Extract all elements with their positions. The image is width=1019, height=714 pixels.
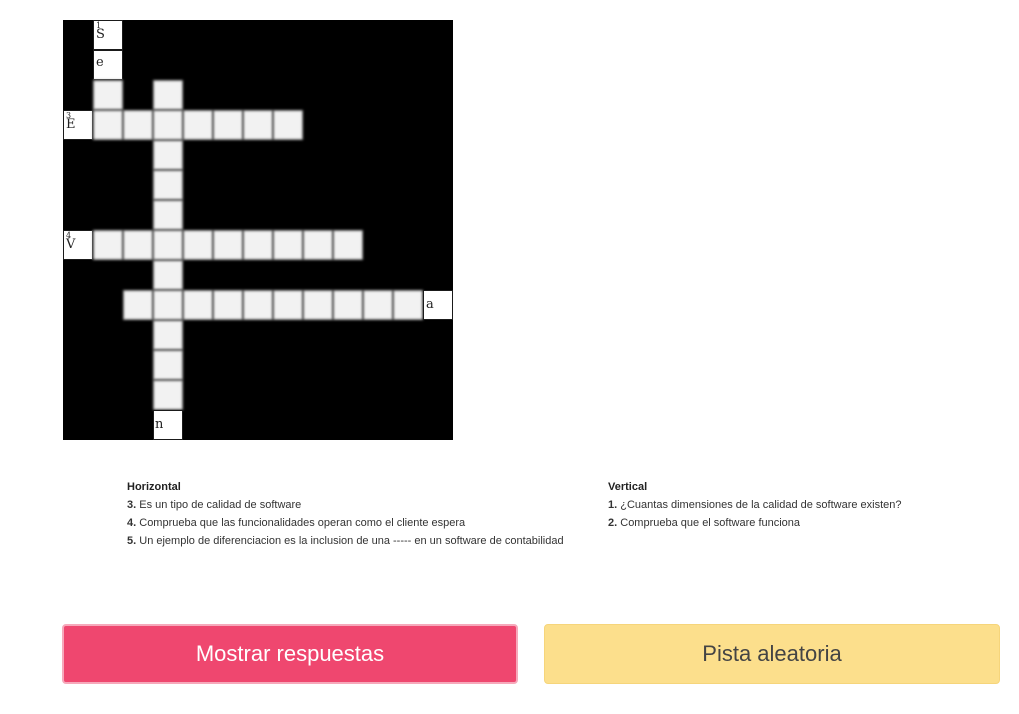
clue-text: Comprueba que las funcionalidades operan…	[139, 517, 466, 529]
cell[interactable]	[363, 290, 393, 320]
clue-number: 4.	[127, 517, 137, 529]
cell[interactable]	[123, 290, 153, 320]
clues-vertical: Vertical 1. ¿Cuantas dimensiones de la c…	[608, 478, 902, 532]
cell[interactable]	[243, 290, 273, 320]
cell-letter: a	[426, 297, 434, 312]
clues-vertical-heading: Vertical	[608, 481, 648, 493]
cell[interactable]	[333, 290, 363, 320]
clue-text: ¿Cuantas dimensiones de la calidad de so…	[620, 499, 902, 511]
cell-1-across-start[interactable]: 1 S	[93, 20, 123, 50]
cell[interactable]	[273, 110, 303, 140]
cell-4-across-start[interactable]: 4 V	[63, 230, 93, 260]
cell[interactable]	[153, 170, 183, 200]
cell[interactable]	[213, 110, 243, 140]
cell[interactable]	[393, 290, 423, 320]
cell[interactable]	[153, 80, 183, 110]
cell[interactable]	[243, 110, 273, 140]
cell[interactable]	[153, 350, 183, 380]
clue-text: Comprueba que el software funciona	[620, 517, 801, 529]
clue-item: 1. ¿Cuantas dimensiones de la calidad de…	[608, 496, 902, 514]
cell[interactable]	[153, 380, 183, 410]
random-hint-button[interactable]: Pista aleatoria	[544, 624, 1000, 684]
cell[interactable]	[93, 110, 123, 140]
clue-item: 3. Es un tipo de calidad de software	[127, 496, 564, 514]
cell-letter: n	[155, 417, 164, 432]
clue-text: Es un tipo de calidad de software	[139, 499, 302, 511]
cell[interactable]	[213, 290, 243, 320]
cell[interactable]	[213, 230, 243, 260]
cell[interactable]	[153, 320, 183, 350]
cell[interactable]: a	[423, 290, 453, 320]
clue-number: 1.	[608, 499, 618, 511]
cell[interactable]	[153, 230, 183, 260]
show-answers-button[interactable]: Mostrar respuestas	[62, 624, 518, 684]
crossword-grid: 1 S e n 3 E 4 V a	[63, 20, 453, 440]
cell-letter: e	[96, 55, 104, 70]
cell[interactable]	[93, 230, 123, 260]
clue-number: 5.	[127, 535, 137, 547]
clues-horizontal-heading: Horizontal	[127, 481, 181, 493]
crossword-page: 1 S e n 3 E 4 V a Horizontal 3. Es un ti…	[0, 0, 1019, 714]
cell[interactable]	[273, 230, 303, 260]
cell[interactable]	[123, 110, 153, 140]
clue-item: 2. Comprueba que el software funciona	[608, 514, 902, 532]
clue-text: Un ejemplo de diferenciacion es la inclu…	[139, 535, 564, 547]
cell[interactable]	[333, 230, 363, 260]
cell-letter: E	[66, 117, 76, 132]
cell-letter: V	[66, 237, 76, 252]
cell[interactable]	[153, 260, 183, 290]
cell[interactable]	[303, 230, 333, 260]
cell[interactable]	[183, 230, 213, 260]
cell-3-across-start[interactable]: 3 E	[63, 110, 93, 140]
cell[interactable]	[153, 140, 183, 170]
clues-horizontal: Horizontal 3. Es un tipo de calidad de s…	[127, 478, 564, 550]
cell[interactable]: n	[153, 410, 183, 440]
cell[interactable]	[273, 290, 303, 320]
cell[interactable]	[123, 230, 153, 260]
cell[interactable]: e	[93, 50, 123, 80]
clue-number: 3.	[127, 499, 137, 511]
cell-letter: S	[96, 27, 105, 42]
cell[interactable]	[153, 200, 183, 230]
clue-item: 4. Comprueba que las funcionalidades ope…	[127, 514, 564, 532]
cell[interactable]	[303, 290, 333, 320]
cell[interactable]	[153, 290, 183, 320]
clue-number: 2.	[608, 517, 618, 529]
cell[interactable]	[93, 80, 123, 110]
clue-item: 5. Un ejemplo de diferenciacion es la in…	[127, 532, 564, 550]
cell[interactable]	[183, 290, 213, 320]
cell[interactable]	[153, 110, 183, 140]
cell[interactable]	[183, 110, 213, 140]
cell[interactable]	[243, 230, 273, 260]
